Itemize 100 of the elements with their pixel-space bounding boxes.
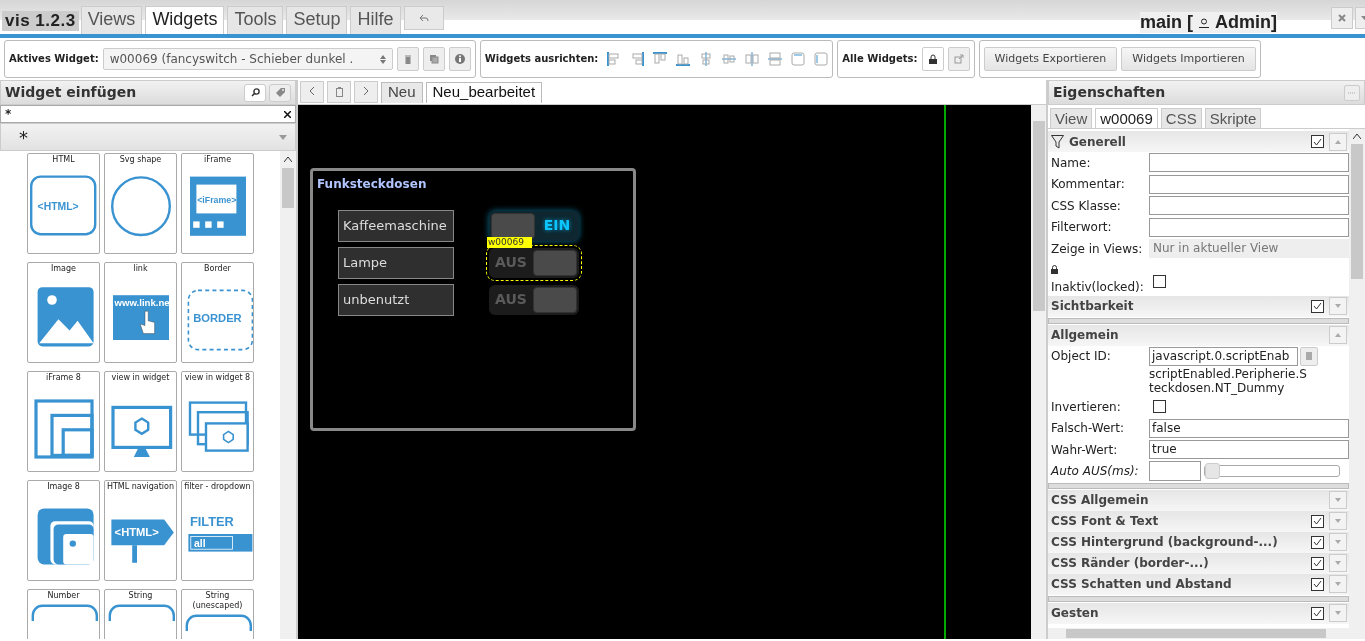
slider-thumb[interactable] bbox=[1205, 463, 1220, 480]
clear-icon[interactable] bbox=[284, 110, 291, 118]
menu-tab[interactable]: Views bbox=[80, 6, 143, 34]
search-button[interactable] bbox=[244, 83, 266, 102]
expand-button[interactable] bbox=[1329, 512, 1347, 531]
widget-tile[interactable]: Svg shape bbox=[104, 153, 177, 254]
section-header[interactable]: CSS Hintergrund (background-...) bbox=[1048, 531, 1349, 553]
scrollbar-thumb[interactable] bbox=[282, 168, 294, 208]
expand-button[interactable] bbox=[1329, 326, 1347, 344]
scrollbar[interactable] bbox=[1031, 105, 1046, 639]
align-icon[interactable] bbox=[745, 52, 760, 66]
filter-field[interactable]: * bbox=[0, 105, 296, 123]
editor-page-tab[interactable]: Neu_bearbeitet bbox=[425, 82, 543, 103]
checkbox[interactable] bbox=[1311, 135, 1324, 148]
expand-button[interactable] bbox=[1329, 604, 1347, 623]
active-widget-select[interactable]: w00069 (fancyswitch - Schieber dunkel . bbox=[102, 48, 393, 70]
align-icon[interactable] bbox=[791, 52, 806, 66]
number-field[interactable] bbox=[1149, 461, 1201, 482]
align-icon[interactable] bbox=[722, 52, 737, 66]
align-icon[interactable] bbox=[768, 52, 783, 66]
menu-tab[interactable]: Widgets bbox=[145, 6, 225, 34]
section-header[interactable]: CSS Schatten und Abstand bbox=[1048, 573, 1349, 595]
expand-button[interactable] bbox=[1329, 575, 1347, 594]
clipboard-button[interactable] bbox=[327, 81, 351, 103]
checkbox[interactable] bbox=[1153, 400, 1166, 414]
text-field[interactable] bbox=[1149, 153, 1349, 173]
expand-button[interactable] bbox=[1329, 554, 1347, 573]
scrollbar[interactable] bbox=[280, 151, 296, 639]
slider-track[interactable] bbox=[1204, 465, 1340, 478]
delete-button[interactable] bbox=[396, 47, 419, 71]
widget-tile[interactable]: filter - dropdown FILTER all bbox=[181, 480, 254, 581]
undo-button[interactable] bbox=[403, 6, 444, 30]
text-field[interactable]: false bbox=[1149, 418, 1349, 438]
text-field[interactable] bbox=[1149, 174, 1349, 194]
lock-button[interactable] bbox=[921, 47, 944, 71]
align-icon[interactable] bbox=[607, 52, 622, 66]
text-field[interactable]: true bbox=[1149, 440, 1349, 460]
checkbox[interactable] bbox=[1311, 556, 1324, 570]
section-header[interactable]: CSS Allgemein bbox=[1048, 489, 1349, 511]
widget-tile[interactable]: Image bbox=[27, 262, 100, 363]
section-header[interactable]: Allgemein bbox=[1048, 324, 1349, 346]
close-button[interactable] bbox=[1331, 7, 1353, 29]
checkbox[interactable] bbox=[1311, 514, 1324, 528]
text-field[interactable] bbox=[1149, 196, 1349, 216]
widget-tile[interactable]: view in widget bbox=[104, 371, 177, 472]
widget-tile[interactable]: Image 8 bbox=[27, 480, 100, 581]
section-header[interactable]: CSS Font & Text bbox=[1048, 510, 1349, 532]
widget-tile[interactable]: HTML navigation <HTML> bbox=[104, 480, 177, 581]
checkbox[interactable] bbox=[1311, 535, 1324, 549]
align-icon[interactable] bbox=[630, 52, 645, 66]
widget-tile[interactable]: Border BORDER bbox=[181, 262, 254, 363]
editor-page-tab[interactable]: Neu bbox=[381, 82, 423, 103]
align-icon[interactable] bbox=[653, 52, 668, 66]
widget-tile[interactable]: view in widget 8 bbox=[181, 371, 254, 472]
next-button[interactable] bbox=[354, 81, 378, 103]
align-icon[interactable] bbox=[814, 52, 829, 66]
object-id-field[interactable]: javascript.0.scriptEnab bbox=[1149, 346, 1298, 366]
checkbox[interactable] bbox=[1311, 299, 1324, 313]
checkbox[interactable] bbox=[1311, 606, 1324, 620]
widgets-button[interactable]: Widgets Exportieren bbox=[983, 47, 1118, 71]
scrollbar[interactable] bbox=[1349, 129, 1365, 628]
copy-button[interactable] bbox=[422, 47, 445, 71]
views-select[interactable]: Nur in aktueller View bbox=[1149, 239, 1349, 259]
widget-tile[interactable]: String (unescaped) bbox=[181, 589, 254, 639]
widget-set-select[interactable]: * bbox=[0, 123, 296, 151]
widget-tile[interactable]: HTML <HTML> bbox=[27, 153, 100, 254]
section-header[interactable]: Generell bbox=[1048, 131, 1349, 152]
align-icon[interactable] bbox=[676, 52, 691, 66]
scrollbar-thumb[interactable] bbox=[1066, 629, 1326, 638]
scrollbar-thumb[interactable] bbox=[1351, 144, 1363, 279]
properties-tab[interactable]: Skripte bbox=[1204, 108, 1262, 128]
section-header[interactable]: CSS Ränder (border-...) bbox=[1048, 552, 1349, 574]
widget-tile[interactable]: iFrame <iFrame> bbox=[181, 153, 254, 254]
widgets-button[interactable]: Widgets Importieren bbox=[1121, 47, 1256, 71]
properties-tab[interactable]: w00069 bbox=[1095, 108, 1158, 128]
properties-tab[interactable]: View bbox=[1050, 108, 1093, 128]
text-field[interactable] bbox=[1149, 217, 1349, 237]
scrollbar-thumb[interactable] bbox=[1032, 121, 1045, 311]
widget-tile[interactable]: Number bbox=[27, 589, 100, 639]
section-header[interactable]: Gesten bbox=[1048, 602, 1349, 624]
align-icon[interactable] bbox=[699, 52, 714, 66]
info-button[interactable] bbox=[448, 47, 471, 71]
checkbox[interactable] bbox=[1153, 274, 1166, 288]
scrollbar[interactable] bbox=[1048, 628, 1365, 639]
checkbox[interactable] bbox=[1311, 577, 1324, 591]
expand-button[interactable] bbox=[1329, 297, 1347, 315]
section-header[interactable]: Sichtbarkeit bbox=[1048, 295, 1349, 317]
menu-tab[interactable]: Tools bbox=[227, 6, 284, 34]
properties-tab[interactable]: CSS bbox=[1160, 108, 1202, 128]
minimize-button[interactable] bbox=[1344, 84, 1360, 101]
previous-button[interactable] bbox=[300, 81, 324, 103]
widget-tile[interactable]: iFrame 8 bbox=[27, 371, 100, 472]
widget-tile[interactable]: link www.link.ne bbox=[104, 262, 177, 363]
expand-button[interactable] bbox=[1329, 132, 1347, 151]
expand-button[interactable] bbox=[1329, 491, 1347, 510]
menu-tab[interactable]: Hilfe bbox=[350, 6, 401, 34]
menu-tab[interactable]: Setup bbox=[286, 6, 348, 34]
select-object-button[interactable] bbox=[1300, 346, 1318, 366]
widget-tile[interactable]: String bbox=[104, 589, 177, 639]
expand-button[interactable] bbox=[1329, 533, 1347, 552]
